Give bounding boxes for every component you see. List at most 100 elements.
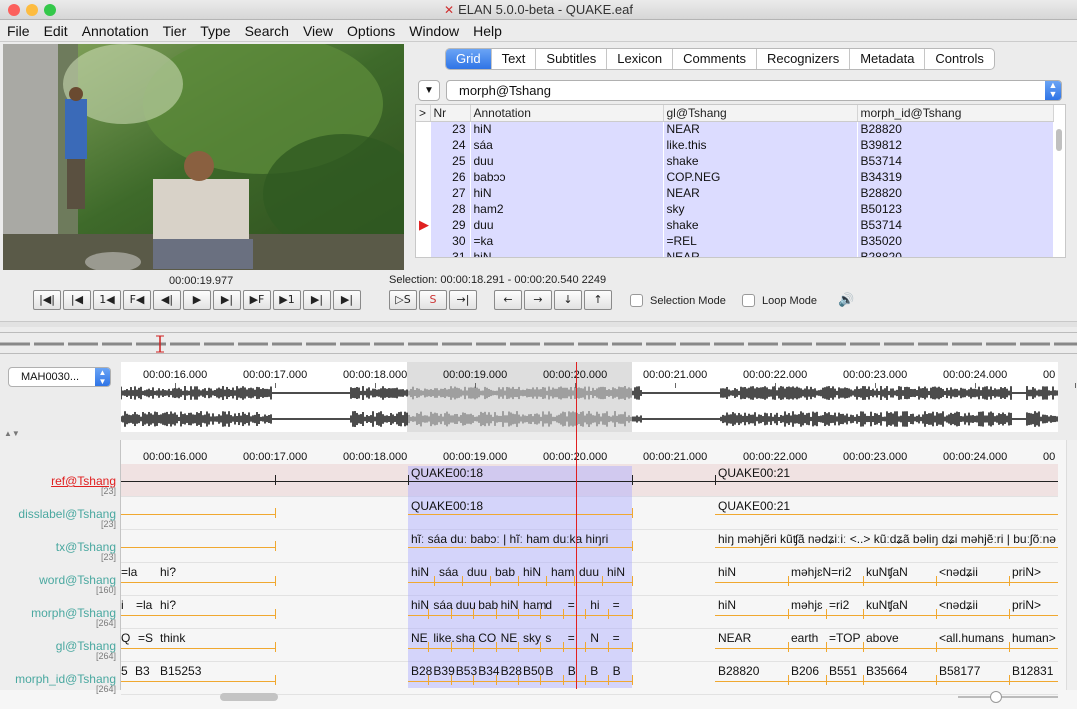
annotation-morph-id[interactable]: B3 — [135, 664, 150, 678]
video-player[interactable] — [3, 44, 404, 270]
waveform-media-select[interactable]: MAH0030... ▲ ▼ — [8, 367, 111, 387]
menu-edit[interactable]: Edit — [37, 20, 75, 42]
time-line-overview[interactable] — [0, 332, 1077, 354]
loop-mode-checkbox[interactable] — [742, 294, 755, 307]
grid-row[interactable]: 25 duu shake B53714 — [416, 153, 1054, 169]
zoom-slider-thumb[interactable] — [990, 691, 1002, 703]
annotation-gl[interactable]: NE — [411, 631, 428, 645]
annotation-morph-id[interactable]: B — [568, 664, 576, 678]
annotation-word[interactable]: duu — [579, 565, 599, 579]
annotation-morph[interactable]: hiN — [411, 598, 429, 612]
menu-window[interactable]: Window — [402, 20, 466, 42]
tab-controls[interactable]: Controls — [925, 49, 993, 69]
menu-options[interactable]: Options — [340, 20, 402, 42]
annotation-word[interactable]: hi? — [160, 565, 176, 579]
annotation-gl[interactable]: sky — [523, 631, 541, 645]
annotation-gl[interactable]: Q — [121, 631, 130, 645]
annotation-morph-id[interactable]: B551 — [829, 664, 857, 678]
annotation-tx[interactable]: hiŋ məhjẽri kũʧã nədʑiːiː <..> kũːdʑã bə… — [718, 532, 1056, 546]
next-annotation-button[interactable]: → — [524, 290, 552, 310]
annotation-word[interactable]: sáa — [439, 565, 458, 579]
annotation-morph[interactable]: priN> — [1012, 598, 1041, 612]
annotation-gl[interactable]: = — [568, 631, 575, 645]
annotation-morph-id[interactable]: B — [590, 664, 598, 678]
annotation-word[interactable]: bab — [495, 565, 515, 579]
annotation-morph-id[interactable]: B — [545, 664, 553, 678]
next-ms-button[interactable]: ▶| — [213, 290, 241, 310]
annotation-word[interactable]: kuNʧaN — [866, 565, 908, 579]
go-to-end-button[interactable]: ▶| — [333, 290, 361, 310]
annotation-word[interactable]: <nədʑii — [939, 565, 978, 579]
tab-text[interactable]: Text — [492, 49, 537, 69]
tab-subtitles[interactable]: Subtitles — [536, 49, 608, 69]
annotation-morph[interactable]: = — [568, 598, 575, 612]
annotation-morph[interactable]: = — [613, 598, 620, 612]
annotation-morph[interactable]: hi — [590, 598, 599, 612]
annotation-disslabel[interactable]: QUAKE00:18 — [411, 499, 483, 513]
tier-label-word[interactable]: word@Tshang [160] — [39, 573, 116, 595]
annotation-morph-id[interactable]: 5 — [121, 664, 128, 678]
tier-label-morph[interactable]: morph@Tshang [264] — [31, 606, 116, 628]
annotation-word[interactable]: hiN — [523, 565, 541, 579]
go-to-begin-button[interactable]: |◀| — [33, 290, 61, 310]
zoom-slider[interactable] — [958, 691, 1058, 703]
menu-annotation[interactable]: Annotation — [75, 20, 156, 42]
annotation-morph[interactable]: hiN — [501, 598, 519, 612]
annotation-gl[interactable]: NE — [501, 631, 518, 645]
annotation-word[interactable]: hiN — [718, 565, 736, 579]
split-divider[interactable] — [0, 321, 1077, 327]
annotation-word[interactable]: hiN — [411, 565, 429, 579]
annotation-morph[interactable]: <nədʑii — [939, 598, 978, 612]
clear-selection-button[interactable]: S — [419, 290, 447, 310]
annotation-above-button[interactable]: ↑ — [584, 290, 612, 310]
annotation-gl[interactable]: above — [866, 631, 899, 645]
next-scrollview-button[interactable]: ▶| — [303, 290, 331, 310]
menu-tier[interactable]: Tier — [156, 20, 194, 42]
menu-type[interactable]: Type — [193, 20, 237, 42]
grid-menu-button[interactable]: ▼ — [418, 80, 440, 101]
annotation-below-button[interactable]: ↓ — [554, 290, 582, 310]
selection-mode-checkbox[interactable] — [630, 294, 643, 307]
tier-label-morph-id[interactable]: morph_id@Tshang [264] — [15, 672, 116, 694]
play-button[interactable]: ▶ — [183, 290, 211, 310]
col-annotation[interactable]: Annotation — [470, 105, 664, 122]
annotation-disslabel[interactable]: QUAKE00:21 — [718, 499, 790, 513]
grid-row[interactable]: 26 babɔɔ COP.NEG B34319 — [416, 169, 1054, 185]
annotation-gl[interactable]: =S — [138, 631, 153, 645]
col-gl[interactable]: gl@Tshang — [663, 105, 858, 122]
grid-row[interactable]: 30 =ka =REL B35020 — [416, 233, 1054, 249]
previous-annotation-button[interactable]: ← — [494, 290, 522, 310]
tab-lexicon[interactable]: Lexicon — [607, 49, 674, 69]
annotation-morph-id[interactable]: B28820 — [718, 664, 759, 678]
previous-scrollview-button[interactable]: |◀ — [63, 290, 91, 310]
grid-row[interactable]: 27 hiN NEAR B28820 — [416, 185, 1054, 201]
annotation-tx[interactable]: hĩː sáa duː babɔː | hĩː ham duːka hiŋri — [411, 532, 608, 546]
minimize-window-button[interactable] — [26, 4, 38, 16]
annotation-morph[interactable]: məhjɛ — [791, 598, 823, 612]
next-second-button[interactable]: ▶1 — [273, 290, 301, 310]
grid-row[interactable]: ▶ 29 duu shake B53714 — [416, 217, 1054, 233]
grid-row[interactable]: 28 ham2 sky B50123 — [416, 201, 1054, 217]
annotation-morph[interactable]: hi? — [160, 598, 176, 612]
annotation-word[interactable]: məhjɛN=ri2 — [791, 565, 852, 579]
annotation-word[interactable]: ham — [551, 565, 574, 579]
previous-ms-button[interactable]: ◀| — [153, 290, 181, 310]
annotation-morph-id[interactable]: B58177 — [939, 664, 980, 678]
tier-label-disslabel[interactable]: disslabel@Tshang [23] — [18, 507, 116, 529]
annotation-ref[interactable]: QUAKE00:18 — [411, 466, 483, 480]
timeline-vertical-scrollbar[interactable] — [1066, 440, 1077, 690]
annotation-word[interactable]: hiN — [607, 565, 625, 579]
grid-row[interactable]: 31 hiN NEAR B28820 — [416, 249, 1054, 257]
menu-file[interactable]: File — [0, 20, 37, 42]
annotation-morph[interactable]: =ri2 — [829, 598, 849, 612]
tier-label-ref[interactable]: ref@Tshang [23] — [51, 474, 116, 496]
annotation-word[interactable]: priN> — [1012, 565, 1041, 579]
previous-second-button[interactable]: 1◀ — [93, 290, 121, 310]
previous-frame-button[interactable]: F◀ — [123, 290, 151, 310]
annotation-gl[interactable]: N — [590, 631, 599, 645]
play-selection-button[interactable]: ▷S — [389, 290, 417, 310]
grid-row[interactable]: 24 sáa like.this B39812 — [416, 137, 1054, 153]
annotation-ref[interactable]: QUAKE00:21 — [718, 466, 790, 480]
tab-metadata[interactable]: Metadata — [850, 49, 926, 69]
annotation-gl[interactable]: =TOP — [829, 631, 860, 645]
